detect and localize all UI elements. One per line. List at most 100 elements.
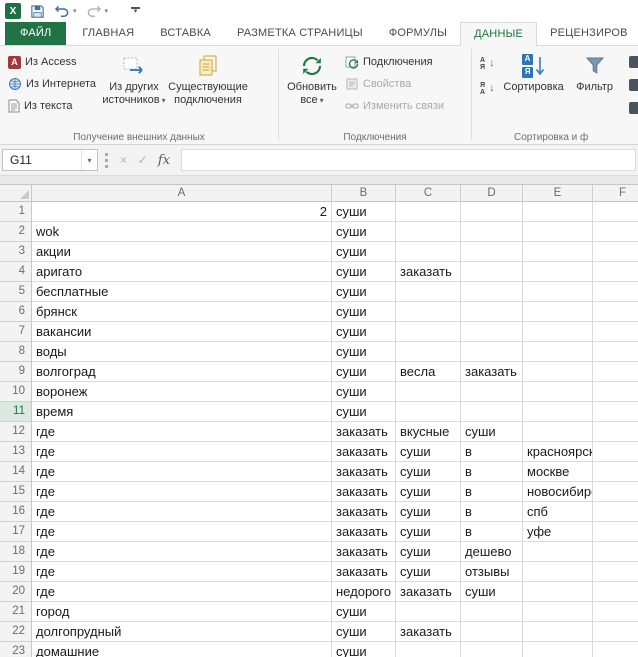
cell-B18[interactable]: заказать: [332, 542, 396, 562]
save-button[interactable]: [30, 4, 45, 19]
cell-D5[interactable]: [461, 282, 523, 302]
cell-F4[interactable]: [593, 262, 638, 282]
row-header-18[interactable]: 18: [0, 542, 32, 562]
select-all-corner[interactable]: [0, 185, 32, 202]
cut-off-ribbon-button[interactable]: [628, 56, 638, 68]
cell-D20[interactable]: суши: [461, 582, 523, 602]
cell-E22[interactable]: [523, 622, 593, 642]
existing-connections-button[interactable]: Существующие подключения: [168, 48, 248, 129]
customize-quick-access-button[interactable]: ▾: [131, 7, 141, 15]
cell-D8[interactable]: [461, 342, 523, 362]
cell-A3[interactable]: акции: [32, 242, 332, 262]
row-header-12[interactable]: 12: [0, 422, 32, 442]
cell-C11[interactable]: [396, 402, 461, 422]
from-access-button[interactable]: A Из Access: [4, 51, 100, 73]
cell-B23[interactable]: суши: [332, 642, 396, 657]
cell-A16[interactable]: где: [32, 502, 332, 522]
cell-C15[interactable]: суши: [396, 482, 461, 502]
row-header-21[interactable]: 21: [0, 602, 32, 622]
row-header-14[interactable]: 14: [0, 462, 32, 482]
cell-B9[interactable]: суши: [332, 362, 396, 382]
edit-links-button[interactable]: Изменить связи: [341, 95, 448, 117]
cell-B6[interactable]: суши: [332, 302, 396, 322]
cell-E8[interactable]: [523, 342, 593, 362]
row-header-7[interactable]: 7: [0, 322, 32, 342]
sort-button[interactable]: А Я Сортировка: [499, 48, 569, 129]
column-header-D[interactable]: D: [461, 185, 523, 202]
cell-C5[interactable]: [396, 282, 461, 302]
cell-D14[interactable]: в: [461, 462, 523, 482]
cell-B3[interactable]: суши: [332, 242, 396, 262]
cut-off-ribbon-button[interactable]: [628, 102, 638, 114]
cell-C19[interactable]: суши: [396, 562, 461, 582]
cell-A12[interactable]: где: [32, 422, 332, 442]
cell-E9[interactable]: [523, 362, 593, 382]
tab-formulas[interactable]: ФОРМУЛЫ: [376, 22, 460, 45]
row-header-13[interactable]: 13: [0, 442, 32, 462]
row-header-17[interactable]: 17: [0, 522, 32, 542]
cell-E6[interactable]: [523, 302, 593, 322]
cell-C16[interactable]: суши: [396, 502, 461, 522]
tab-home[interactable]: ГЛАВНАЯ: [69, 22, 147, 45]
column-header-C[interactable]: C: [396, 185, 461, 202]
cell-E7[interactable]: [523, 322, 593, 342]
cell-C10[interactable]: [396, 382, 461, 402]
cell-D12[interactable]: суши: [461, 422, 523, 442]
properties-button[interactable]: Свойства: [341, 73, 448, 95]
name-box[interactable]: G11 ▾: [2, 149, 98, 171]
tab-file[interactable]: ФАЙЛ: [5, 22, 67, 45]
cell-A6[interactable]: брянск: [32, 302, 332, 322]
cell-A18[interactable]: где: [32, 542, 332, 562]
cell-A21[interactable]: город: [32, 602, 332, 622]
from-other-sources-button[interactable]: Из других источников ▾: [100, 48, 168, 129]
cell-A5[interactable]: бесплатные: [32, 282, 332, 302]
from-web-button[interactable]: Из Интернета: [4, 73, 100, 95]
cell-C7[interactable]: [396, 322, 461, 342]
cell-C9[interactable]: весла: [396, 362, 461, 382]
cell-A4[interactable]: аригато: [32, 262, 332, 282]
cell-B7[interactable]: суши: [332, 322, 396, 342]
cell-D10[interactable]: [461, 382, 523, 402]
cell-C8[interactable]: [396, 342, 461, 362]
cell-F15[interactable]: [593, 482, 638, 502]
row-header-8[interactable]: 8: [0, 342, 32, 362]
column-header-E[interactable]: E: [523, 185, 593, 202]
undo-button[interactable]: ▾: [54, 4, 77, 18]
cell-A22[interactable]: долгопрудный: [32, 622, 332, 642]
cell-D17[interactable]: в: [461, 522, 523, 542]
cell-C3[interactable]: [396, 242, 461, 262]
row-header-5[interactable]: 5: [0, 282, 32, 302]
cell-B15[interactable]: заказать: [332, 482, 396, 502]
cell-C17[interactable]: суши: [396, 522, 461, 542]
row-header-4[interactable]: 4: [0, 262, 32, 282]
cell-F11[interactable]: [593, 402, 638, 422]
cell-C4[interactable]: заказать: [396, 262, 461, 282]
row-header-6[interactable]: 6: [0, 302, 32, 322]
cell-C22[interactable]: заказать: [396, 622, 461, 642]
cell-B8[interactable]: суши: [332, 342, 396, 362]
cell-A23[interactable]: домашние: [32, 642, 332, 657]
cell-F5[interactable]: [593, 282, 638, 302]
cell-F3[interactable]: [593, 242, 638, 262]
row-header-11[interactable]: 11: [0, 402, 32, 422]
cell-F23[interactable]: [593, 642, 638, 657]
formula-bar-resize-handle[interactable]: [105, 152, 108, 168]
cell-A9[interactable]: волгоград: [32, 362, 332, 382]
cell-C21[interactable]: [396, 602, 461, 622]
cell-F14[interactable]: [593, 462, 638, 482]
cell-F10[interactable]: [593, 382, 638, 402]
cell-D21[interactable]: [461, 602, 523, 622]
cell-A17[interactable]: где: [32, 522, 332, 542]
cell-E15[interactable]: новосибирске: [523, 482, 593, 502]
cell-E19[interactable]: [523, 562, 593, 582]
formula-input[interactable]: [181, 149, 636, 171]
cell-B12[interactable]: заказать: [332, 422, 396, 442]
cell-C1[interactable]: [396, 202, 461, 222]
row-header-22[interactable]: 22: [0, 622, 32, 642]
cell-F12[interactable]: [593, 422, 638, 442]
cell-F9[interactable]: [593, 362, 638, 382]
cell-D4[interactable]: [461, 262, 523, 282]
cell-C2[interactable]: [396, 222, 461, 242]
cell-E17[interactable]: уфе: [523, 522, 593, 542]
cell-D6[interactable]: [461, 302, 523, 322]
